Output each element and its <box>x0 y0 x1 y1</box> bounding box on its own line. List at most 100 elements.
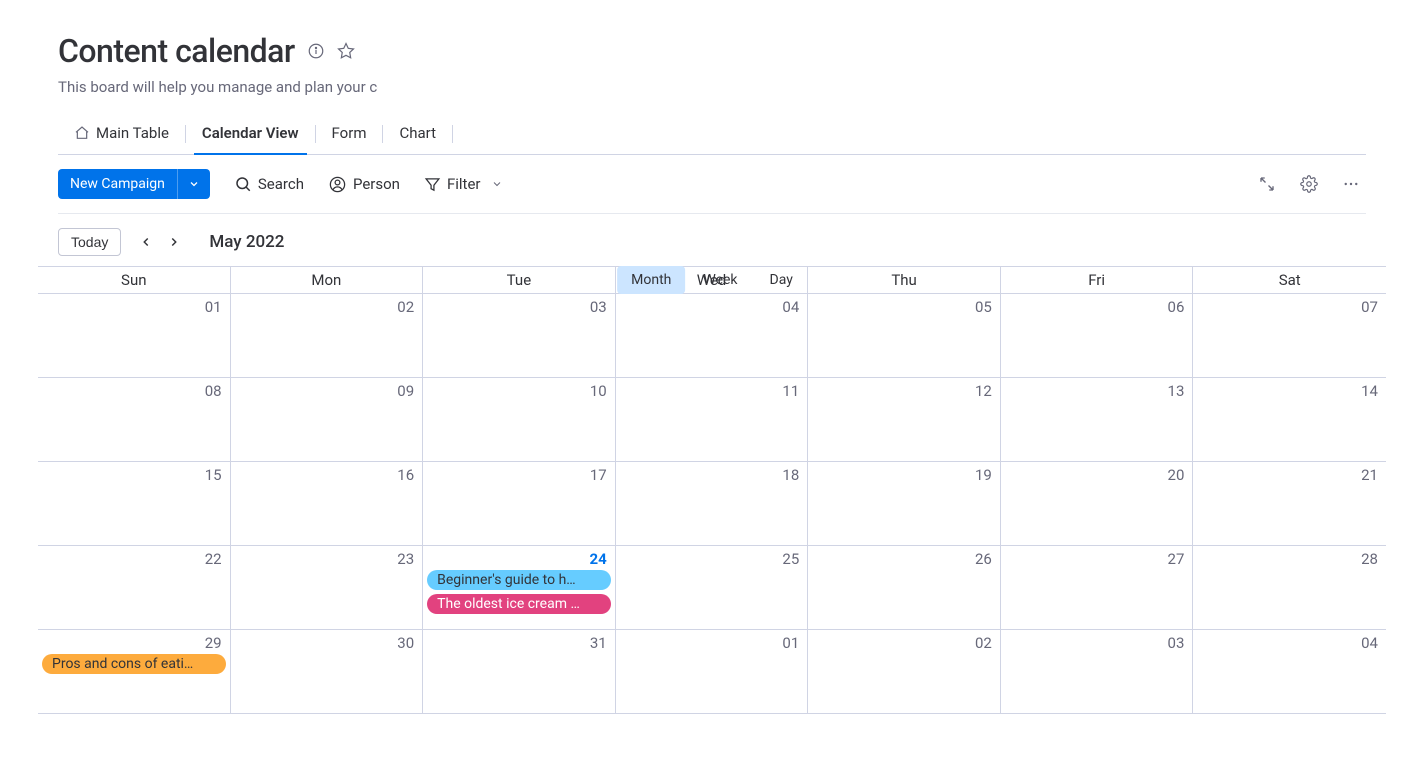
date-number: 10 <box>590 382 607 400</box>
calendar-cell[interactable]: 02 <box>808 630 1001 713</box>
filter-icon <box>424 176 441 193</box>
tab-label: Chart <box>399 124 436 142</box>
view-range-switch: MonthWeekDay <box>617 266 807 294</box>
calendar-cell[interactable]: 01 <box>38 294 231 377</box>
calendar-cell[interactable]: 30 <box>231 630 424 713</box>
calendar-cell[interactable]: 15 <box>38 462 231 545</box>
calendar-cell[interactable]: 10 <box>423 378 616 461</box>
calendar-grid: 0102030405060708091011121314151617181920… <box>38 294 1386 714</box>
calendar-cell[interactable]: 08 <box>38 378 231 461</box>
new-campaign-caret[interactable] <box>177 169 210 199</box>
calendar-cell[interactable]: 03 <box>1001 630 1194 713</box>
date-number: 09 <box>397 382 414 400</box>
date-number: 24 <box>589 550 606 568</box>
calendar-event[interactable]: The oldest ice cream … <box>427 594 611 614</box>
today-button[interactable]: Today <box>58 228 121 256</box>
star-icon[interactable] <box>337 42 355 60</box>
tab-form[interactable]: Form <box>316 114 383 154</box>
day-header: Sat <box>1193 267 1386 293</box>
info-icon[interactable] <box>307 42 325 60</box>
calendar-cell[interactable]: 19 <box>808 462 1001 545</box>
date-number: 03 <box>590 298 607 316</box>
tab-calendar-view[interactable]: Calendar View <box>186 114 315 154</box>
person-icon <box>328 175 347 194</box>
calendar-cell[interactable]: 16 <box>231 462 424 545</box>
tab-main-table[interactable]: Main Table <box>58 114 185 154</box>
date-number: 06 <box>1168 298 1185 316</box>
view-option-month[interactable]: Month <box>617 266 685 294</box>
date-number: 30 <box>397 634 414 652</box>
calendar-cell[interactable]: 20 <box>1001 462 1194 545</box>
date-number: 14 <box>1361 382 1378 400</box>
calendar-cell[interactable]: 04 <box>616 294 809 377</box>
date-number: 20 <box>1168 466 1185 484</box>
calendar-cell[interactable]: 21 <box>1193 462 1386 545</box>
calendar-cell[interactable]: 31 <box>423 630 616 713</box>
home-icon <box>74 125 90 141</box>
calendar-cell[interactable]: 11 <box>616 378 809 461</box>
filter-button[interactable]: Filter <box>424 175 503 193</box>
calendar-week: 01 02 03 04 05 06 07 <box>38 294 1386 378</box>
date-number: 31 <box>590 634 607 652</box>
date-number: 05 <box>975 298 992 316</box>
view-option-day[interactable]: Day <box>756 266 807 294</box>
day-header: Tue <box>423 267 616 293</box>
search-button[interactable]: Search <box>234 175 304 193</box>
calendar-cell[interactable]: 27 <box>1001 546 1194 629</box>
date-number: 11 <box>782 382 799 400</box>
calendar-cell[interactable]: 02 <box>231 294 424 377</box>
day-header: Thu <box>808 267 1001 293</box>
calendar-event[interactable]: Beginner's guide to h… <box>427 570 611 590</box>
date-number: 02 <box>975 634 992 652</box>
calendar-cell[interactable]: 22 <box>38 546 231 629</box>
person-label: Person <box>353 175 400 193</box>
calendar-cell[interactable]: 13 <box>1001 378 1194 461</box>
page-title: Content calendar <box>58 32 295 70</box>
tab-label: Main Table <box>96 124 169 142</box>
calendar-event[interactable]: Pros and cons of eati… <box>42 654 226 674</box>
calendar-cell[interactable]: 23 <box>231 546 424 629</box>
view-option-week[interactable]: Week <box>689 266 751 294</box>
date-number: 28 <box>1361 550 1378 568</box>
calendar-cell[interactable]: 29 Pros and cons of eati… <box>38 630 231 713</box>
gear-icon[interactable] <box>1300 175 1318 193</box>
date-number: 22 <box>205 550 222 568</box>
view-tabs: Main Table Calendar View Form Chart <box>58 114 1366 155</box>
calendar-cell[interactable]: 18 <box>616 462 809 545</box>
tab-label: Form <box>332 124 367 142</box>
chevron-down-icon <box>491 178 503 190</box>
calendar-cell[interactable]: 28 <box>1193 546 1386 629</box>
calendar-week: 1516171819 20 21 <box>38 462 1386 546</box>
calendar-cell[interactable]: 05 <box>808 294 1001 377</box>
next-month-button[interactable] <box>167 235 181 249</box>
expand-icon[interactable] <box>1258 175 1276 193</box>
prev-month-button[interactable] <box>139 235 153 249</box>
calendar-cell[interactable]: 12 <box>808 378 1001 461</box>
calendar-cell[interactable]: 04 <box>1193 630 1386 713</box>
filter-label: Filter <box>447 175 481 193</box>
date-number: 25 <box>782 550 799 568</box>
calendar-cell[interactable]: 07 <box>1193 294 1386 377</box>
calendar-cell[interactable]: 25 <box>616 546 809 629</box>
calendar-cell[interactable]: 24 Beginner's guide to h… The oldest ice c… <box>423 546 616 629</box>
new-campaign-button[interactable]: New Campaign <box>58 169 210 199</box>
date-number: 29 <box>205 634 222 652</box>
day-header: Sun <box>38 267 231 293</box>
day-header: Mon <box>231 267 424 293</box>
date-number: 21 <box>1361 466 1378 484</box>
date-number: 07 <box>1361 298 1378 316</box>
date-number: 01 <box>205 298 222 316</box>
calendar-cell[interactable]: 03 <box>423 294 616 377</box>
date-number: 04 <box>782 298 799 316</box>
calendar-cell[interactable]: 09 <box>231 378 424 461</box>
more-icon[interactable] <box>1342 175 1360 193</box>
tab-chart[interactable]: Chart <box>383 114 452 154</box>
date-number: 26 <box>975 550 992 568</box>
calendar-cell[interactable]: 06 <box>1001 294 1194 377</box>
person-button[interactable]: Person <box>328 175 400 194</box>
calendar-cell[interactable]: 17 <box>423 462 616 545</box>
calendar-cell[interactable]: 14 <box>1193 378 1386 461</box>
date-number: 01 <box>782 634 799 652</box>
calendar-cell[interactable]: 26 <box>808 546 1001 629</box>
calendar-cell[interactable]: 01 <box>616 630 809 713</box>
